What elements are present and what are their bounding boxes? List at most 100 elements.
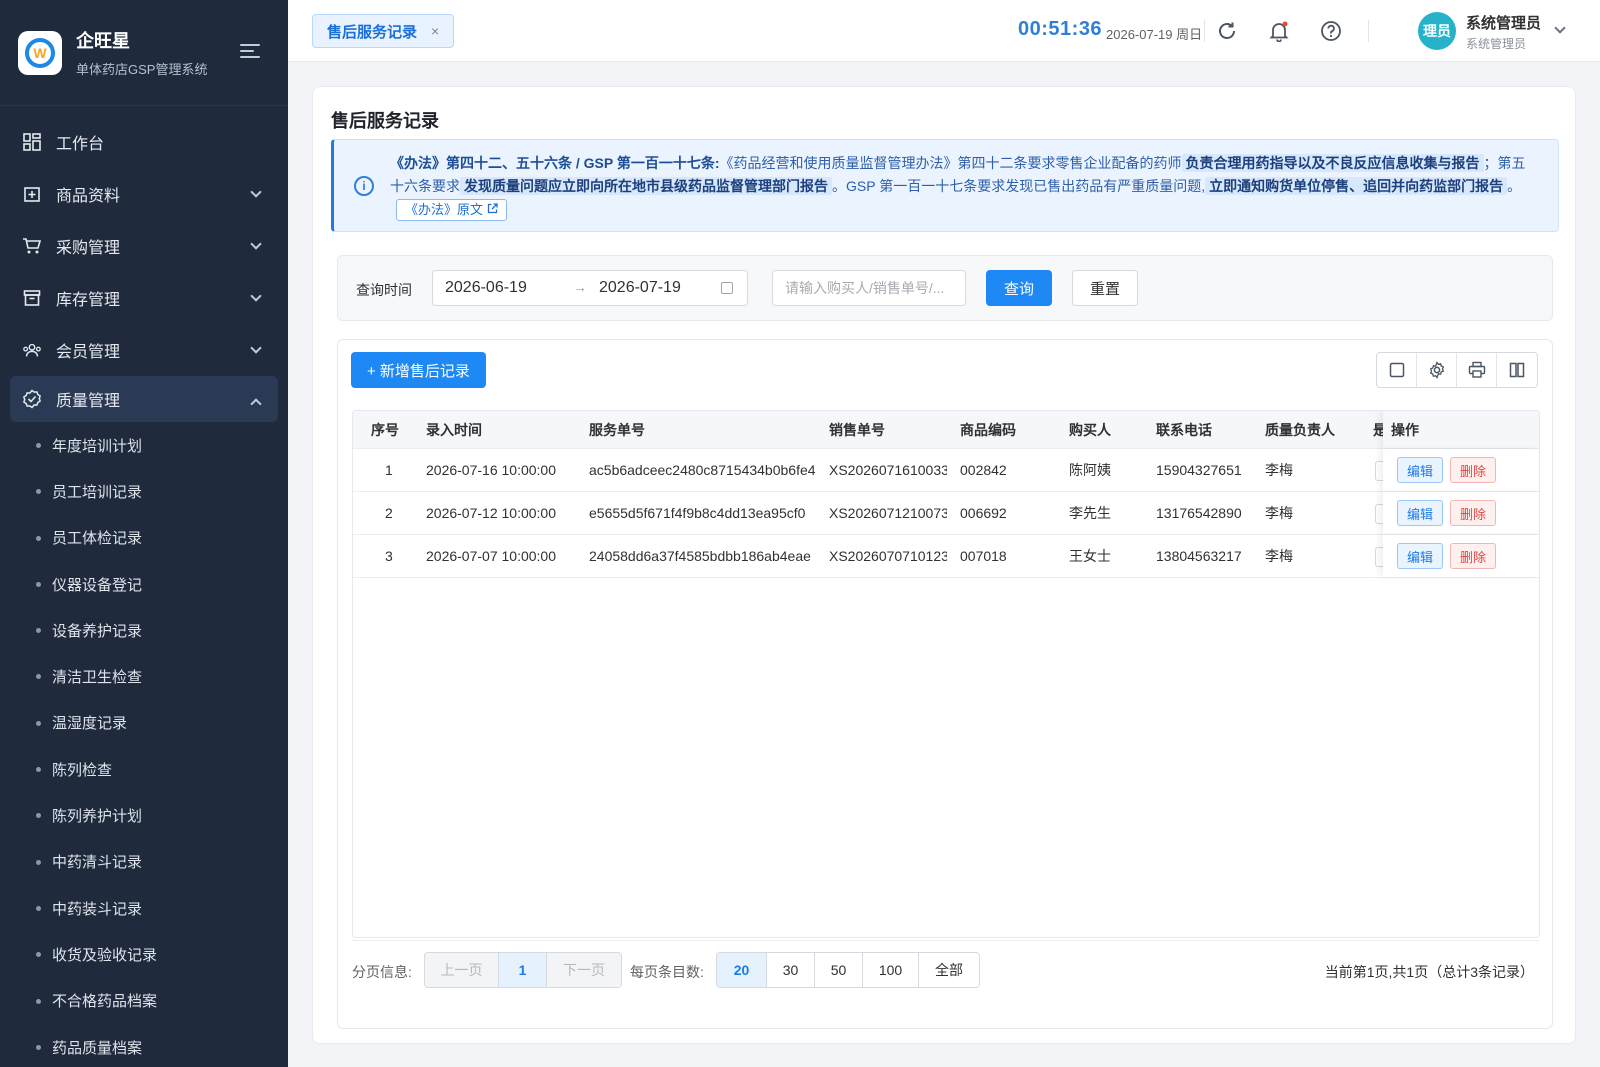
columns-icon[interactable] — [1497, 353, 1537, 387]
pagination: 分页信息: 上一页 1 下一页 每页条目数: 20 30 50 100 全部 当… — [352, 952, 1540, 988]
tab-after-sales[interactable]: 售后服务记录 × — [312, 14, 455, 48]
search-input[interactable] — [772, 270, 966, 306]
print-icon[interactable] — [1457, 353, 1497, 387]
column-header: 联系电话 — [1156, 421, 1212, 438]
table-toolbar — [1376, 352, 1538, 388]
edit-button[interactable]: 编辑 — [1397, 543, 1444, 569]
table-row: 3 2026-07-07 10:00:00 24058dd6a37f4585bdbb… — [353, 535, 1539, 578]
cell-service-no: ac5b6adceec2480c8715434b0b6fe4 — [589, 462, 815, 478]
divider — [352, 940, 1540, 941]
page-size-option[interactable]: 100 — [863, 953, 919, 987]
page-number-button[interactable]: 1 — [499, 953, 547, 987]
sidebar-item-quality[interactable]: 质量管理 — [10, 376, 278, 422]
delete-button[interactable]: 删除 — [1450, 543, 1497, 569]
sidebar-subitem[interactable]: 清洁卫生检查 — [0, 653, 288, 699]
sidebar-subitem[interactable]: 中药装斗记录 — [0, 885, 288, 931]
sidebar-subitem[interactable]: 中药清斗记录 — [0, 839, 288, 885]
collapse-menu-icon[interactable] — [240, 44, 260, 60]
cell-buyer: 李先生 — [1069, 505, 1111, 521]
brand-text: 企旺星 单体药店GSP管理系统 — [76, 27, 207, 78]
sidebar-subitem[interactable]: 温湿度记录 — [0, 700, 288, 746]
edit-button[interactable]: 编辑 — [1397, 500, 1444, 526]
start-date[interactable]: 2026-06-19 — [445, 279, 527, 297]
sidebar-item-label: 会员管理 — [56, 344, 121, 361]
notice-highlight: 发现质量问题应立即向所在地市县级药品监督管理部门报告 — [460, 177, 832, 195]
date-range-picker[interactable]: 2026-06-19 → 2026-07-19 — [432, 270, 748, 306]
delete-button[interactable]: 删除 — [1450, 457, 1497, 483]
cart-icon — [22, 236, 42, 256]
notice-highlight: 负责合理用药指导以及不良反应信息收集与报告 — [1181, 154, 1484, 172]
sidebar-subitem[interactable]: 年度培训计划 — [0, 422, 288, 468]
regulation-link[interactable]: 《办法》原文 — [396, 199, 507, 221]
edit-button[interactable]: 编辑 — [1397, 457, 1444, 483]
sidebar-subitem[interactable]: 收货及验收记录 — [0, 931, 288, 977]
page-size-option[interactable]: 30 — [767, 953, 815, 987]
sidebar-subitem[interactable]: 陈列检查 — [0, 746, 288, 792]
next-page-button[interactable]: 下一页 — [547, 953, 621, 987]
chevron-down-icon — [250, 342, 262, 354]
query-button[interactable]: 查询 — [986, 270, 1052, 306]
reset-button[interactable]: 重置 — [1072, 270, 1138, 306]
page-size-options: 20 30 50 100 全部 — [716, 952, 980, 988]
sidebar-subitem[interactable]: 不合格药品档案 — [0, 978, 288, 1024]
sidebar-item-label: 质量管理 — [56, 393, 121, 410]
records-table: 序号 录入时间 服务单号 销售单号 商品编码 购买人 联系电话 质量负责人 是 … — [352, 410, 1540, 938]
chevron-down-icon — [250, 186, 262, 198]
sidebar-item-products[interactable]: 商品资料 — [0, 168, 288, 220]
sidebar-subitem[interactable]: 员工培训记录 — [0, 468, 288, 514]
divider — [1368, 20, 1369, 42]
end-date[interactable]: 2026-07-19 — [599, 279, 681, 297]
page-size-option[interactable]: 全部 — [919, 953, 979, 987]
refresh-icon[interactable] — [1214, 18, 1240, 44]
table-row: 2 2026-07-12 10:00:00 e5655d5f671f4f9b8c4d… — [353, 492, 1539, 535]
cell-phone: 13804563217 — [1156, 548, 1242, 564]
column-header: 商品编码 — [960, 421, 1016, 438]
cell-manager: 李梅 — [1265, 548, 1293, 564]
sidebar-item-label: 库存管理 — [56, 292, 121, 309]
notification-bell-icon[interactable] — [1266, 18, 1292, 44]
cell-manager: 李梅 — [1265, 505, 1293, 521]
quality-icon — [22, 389, 42, 409]
add-record-button[interactable]: + 新增售后记录 — [351, 352, 486, 388]
sidebar-subitem[interactable]: 仪器设备登记 — [0, 561, 288, 607]
cell-no: 2 — [385, 505, 393, 521]
chevron-down-icon — [250, 290, 262, 302]
page-size-option[interactable]: 20 — [717, 953, 767, 987]
gear-icon[interactable] — [1417, 353, 1457, 387]
link-label: 《办法》原文 — [405, 202, 484, 217]
page-nav: 上一页 1 下一页 — [424, 952, 622, 988]
cell-code: 006692 — [960, 505, 1007, 521]
fullscreen-icon[interactable] — [1377, 353, 1417, 387]
sidebar-subitem[interactable]: 陈列养护计划 — [0, 792, 288, 838]
divider — [1204, 20, 1205, 42]
close-icon[interactable]: × — [431, 23, 439, 39]
cell-phone: 13176542890 — [1156, 505, 1242, 521]
page-size-option[interactable]: 50 — [815, 953, 863, 987]
filter-label: 查询时间 — [356, 282, 412, 298]
cell-manager: 李梅 — [1265, 462, 1293, 478]
sidebar-item-label: 工作台 — [56, 136, 105, 153]
delete-button[interactable]: 删除 — [1450, 500, 1497, 526]
prev-page-button[interactable]: 上一页 — [425, 953, 499, 987]
row-actions: 编辑 删除 — [1383, 492, 1539, 534]
chevron-down-icon[interactable] — [1554, 22, 1566, 34]
user-name[interactable]: 系统管理员 — [1466, 12, 1541, 33]
quality-submenu: 年度培训计划 员工培训记录 员工体检记录 仪器设备登记 设备养护记录 清洁卫生检查 温湿度记… — [0, 422, 288, 1067]
sidebar-subitem[interactable]: 设备养护记录 — [0, 607, 288, 653]
cell-time: 2026-07-07 10:00:00 — [426, 548, 556, 564]
page-size-label: 每页条目数: — [630, 964, 704, 980]
sidebar-subitem[interactable]: 药品质量档案 — [0, 1024, 288, 1067]
notice-text: 《药品经营和使用质量监督管理办法》第四十二条要求零售企业配备的药师 — [719, 155, 1182, 171]
cell-sale-no: XS2026070710123 — [829, 548, 947, 564]
cell-buyer: 王女士 — [1069, 548, 1111, 564]
column-header: 序号 — [371, 421, 399, 438]
sidebar-item-members[interactable]: 会员管理 — [0, 324, 288, 376]
sidebar-subitem[interactable]: 员工体检记录 — [0, 515, 288, 561]
sidebar-item-dashboard[interactable]: 工作台 — [0, 116, 288, 168]
cell-service-no: e5655d5f671f4f9b8c4dd13ea95cf0 — [589, 505, 806, 521]
sidebar-item-purchase[interactable]: 采购管理 — [0, 220, 288, 272]
help-icon[interactable] — [1318, 18, 1344, 44]
avatar[interactable]: 理员 — [1418, 12, 1456, 50]
sidebar-item-inventory[interactable]: 库存管理 — [0, 272, 288, 324]
brand: W 企旺星 单体药店GSP管理系统 — [0, 0, 288, 106]
